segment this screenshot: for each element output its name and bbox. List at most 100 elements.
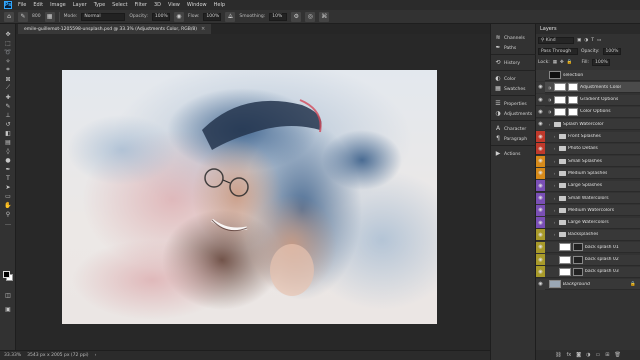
panel-properties[interactable]: ☰ Properties [495,100,526,108]
group-expand-icon[interactable]: › [547,122,552,127]
visibility-toggle[interactable]: ◉ [536,241,545,253]
dodge-tool-icon[interactable]: ● [3,156,13,164]
lock-all-icon[interactable]: 🔒 [567,60,573,65]
visibility-toggle[interactable]: ◉ [536,217,545,229]
layers-panel-title[interactable]: Layers [540,26,557,32]
pressure-opacity-icon[interactable]: ◉ [173,11,184,22]
menu-image[interactable]: Image [50,2,66,8]
filter-type-icon[interactable]: T [591,38,594,43]
visibility-toggle[interactable]: ◉ [536,131,545,142]
brush-size-value[interactable]: 800 [32,14,41,19]
document-size[interactable]: 3543 px x 2005 px (72 ppi) [27,353,88,358]
menu-window[interactable]: Window [187,2,207,8]
layer-mask-thumbnail[interactable] [568,107,578,116]
crop-tool-icon[interactable]: ⌗ [3,66,13,74]
zoom-level[interactable]: 33.33% [4,353,21,358]
menu-file[interactable]: File [18,2,26,8]
layer-row[interactable]: ◉ › Large Watercolors [536,217,640,229]
layer-row[interactable]: ◉ ◑ Gradient Options [536,94,640,106]
layer-row[interactable]: ◉ › Splash Watercolor [536,118,640,131]
visibility-toggle[interactable]: ◉ [536,167,545,179]
status-arrow-icon[interactable]: › [95,353,97,358]
visibility-toggle[interactable]: ◉ [536,278,545,290]
visibility-toggle[interactable]: ◉ [536,106,545,118]
layer-mask-thumbnail[interactable] [573,255,583,264]
layer-row[interactable]: ◉ › Small Splashes [536,155,640,168]
layer-mask-thumbnail[interactable] [568,95,578,104]
layer-row[interactable]: ◉ back splash 03 [536,266,640,278]
foreground-color-swatch[interactable] [3,271,10,278]
panel-paragraph[interactable]: ¶ Paragraph [495,135,527,143]
new-layer-icon[interactable]: ⊞ [605,352,609,358]
panel-swatches[interactable]: ▦ Swatches [495,85,525,93]
smoothing-options-gear-icon[interactable]: ⚙ [291,11,302,22]
blend-mode-select[interactable]: Pass Through [538,48,578,55]
panel-history[interactable]: ⟲ History [495,59,520,67]
history-brush-tool-icon[interactable]: ↺ [3,120,13,128]
opacity-field[interactable]: 100% [151,12,170,21]
lock-pixels-icon[interactable]: ▦ [553,60,557,65]
group-expand-icon[interactable]: › [552,196,557,201]
mode-select[interactable]: Normal [81,12,126,21]
document-tab[interactable]: emile-guillemot-1205598-unsplash.psd @ 3… [18,24,212,34]
layer-mask-thumbnail[interactable] [568,83,578,92]
group-expand-icon[interactable]: › [552,208,557,213]
brush-settings-icon[interactable]: ▦ [44,11,55,22]
fill-field[interactable]: 100% [591,59,610,66]
eyedropper-tool-icon[interactable]: ⟋ [3,84,13,92]
close-tab-icon[interactable]: × [201,26,205,32]
group-expand-icon[interactable]: › [552,183,557,188]
group-expand-icon[interactable]: › [552,146,557,151]
layer-style-icon[interactable]: fx [567,352,572,358]
airbrush-icon[interactable]: ⟁ [225,11,236,22]
filter-shape-icon[interactable]: ▭ [597,38,601,43]
visibility-toggle[interactable]: ◉ [536,266,545,278]
menu-select[interactable]: Select [112,2,127,8]
delete-layer-icon[interactable]: 🗑 [614,352,620,358]
brush-tool-icon[interactable]: ✎ [3,102,13,110]
layer-row[interactable]: ◉ ◑ Color Options [536,106,640,118]
clone-stamp-tool-icon[interactable]: ⊥ [3,111,13,119]
more-tools-icon[interactable]: … [3,219,13,227]
layer-row[interactable]: ◉ ◑ Adjustments Color [536,81,640,94]
filter-adjust-icon[interactable]: ◑ [584,38,588,43]
menu-3d[interactable]: 3D [154,2,161,8]
move-tool-icon[interactable]: ✥ [3,30,13,38]
panel-actions[interactable]: ▶ Actions [495,150,521,158]
visibility-toggle[interactable]: ◉ [536,155,545,167]
layer-row[interactable]: ◉ › Large Splashes [536,180,640,192]
filter-pixel-icon[interactable]: ▣ [577,38,581,43]
group-expand-icon[interactable]: › [552,159,557,164]
visibility-toggle[interactable]: ◉ [536,229,545,241]
panel-adjustments[interactable]: ◑ Adjustments [495,110,532,118]
layer-row[interactable]: ◉ › Medium Splashes [536,167,640,180]
flow-field[interactable]: 100% [203,12,222,21]
link-layers-icon[interactable]: ⛓ [555,352,561,358]
menu-view[interactable]: View [168,2,180,8]
panel-character[interactable]: A Character [495,125,526,133]
visibility-toggle[interactable]: ◉ [536,192,545,204]
add-mask-icon[interactable]: ◙ [576,352,581,358]
group-expand-icon[interactable]: › [552,134,557,139]
document-canvas[interactable] [62,70,437,324]
group-expand-icon[interactable]: › [552,220,557,225]
frame-tool-icon[interactable]: ⊠ [3,75,13,83]
symmetry-icon[interactable]: ⌘ [319,11,330,22]
menu-edit[interactable]: Edit [33,2,43,8]
menu-layer[interactable]: Layer [73,2,87,8]
group-expand-icon[interactable]: › [552,171,557,176]
layer-row[interactable]: ◉ back splash 01 [536,241,640,254]
layer-row[interactable]: ◉ Background 🔒 [536,278,640,291]
quick-mask-icon[interactable]: ◫ [3,291,13,299]
pressure-size-icon[interactable]: ◎ [305,11,316,22]
quick-select-tool-icon[interactable]: ✧ [3,57,13,65]
visibility-toggle[interactable]: ◉ [536,94,545,106]
lock-position-icon[interactable]: ✥ [560,60,564,65]
menu-type[interactable]: Type [94,2,105,8]
visibility-toggle[interactable] [536,69,545,81]
menu-filter[interactable]: Filter [135,2,147,8]
layer-row[interactable]: ◉ › Medium Watercolors [536,204,640,217]
layer-row[interactable]: ◉ › Backsplashes [536,229,640,241]
panel-paths[interactable]: ✒ Paths [495,44,516,52]
panel-color[interactable]: ◐ Color [495,75,515,83]
